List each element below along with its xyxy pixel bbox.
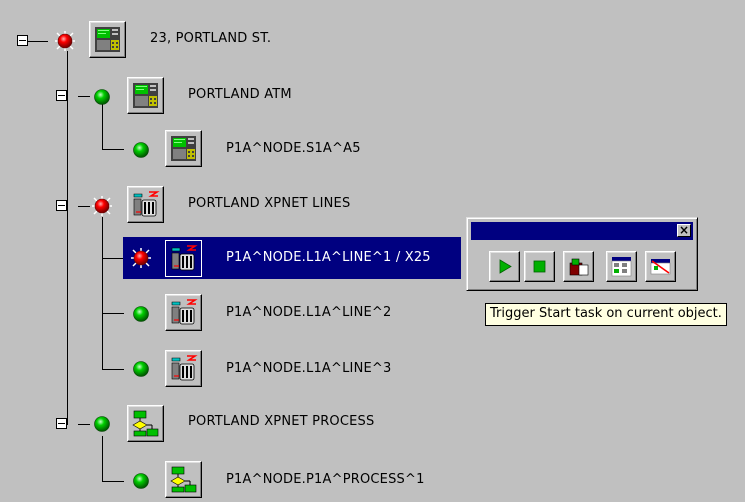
open-task-button[interactable] (563, 251, 594, 282)
alarm-status-icon (131, 248, 151, 268)
tree-connector (67, 51, 68, 425)
line-device-icon[interactable] (165, 240, 202, 277)
tree-connector (102, 104, 103, 149)
alarm-status-icon (55, 31, 75, 51)
line-device-icon[interactable] (127, 186, 164, 223)
tree-connector (102, 481, 124, 482)
tree-connector (78, 96, 90, 97)
ok-status-icon (92, 87, 112, 107)
tree-connector (102, 313, 124, 314)
tree-node-label[interactable]: PORTLAND ATM (188, 87, 292, 102)
ok-status-icon (131, 471, 151, 491)
stop-task-button[interactable] (524, 251, 555, 282)
play-icon (499, 259, 512, 274)
start-task-button[interactable] (489, 251, 520, 282)
stop-icon (533, 260, 546, 273)
tree-connector (102, 369, 124, 370)
ok-status-icon (131, 359, 151, 379)
atm-terminal-icon[interactable] (89, 21, 126, 58)
tree-node-label[interactable]: PORTLAND XPNET PROCESS (188, 414, 374, 429)
atm-terminal-icon[interactable] (165, 130, 202, 167)
process-flow-icon[interactable] (127, 405, 164, 442)
collapse-toggle[interactable] (56, 200, 67, 211)
tree-node-label[interactable]: P1A^NODE.L1A^LINE^1 / X25 (226, 250, 431, 265)
alarm-status-icon (92, 196, 112, 216)
ok-status-icon (92, 414, 112, 434)
details-icon (611, 257, 632, 277)
tree-connector (28, 41, 48, 42)
tree-connector (102, 149, 124, 150)
tree-connector (78, 206, 90, 207)
tree-node-label[interactable]: P1A^NODE.L1A^LINE^3 (226, 361, 392, 376)
close-button[interactable]: × (677, 223, 691, 237)
disable-icon (650, 259, 671, 275)
tree-connector (102, 217, 103, 369)
ok-status-icon (131, 140, 151, 160)
selected-tree-row[interactable]: P1A^NODE.L1A^LINE^1 / X25 (123, 237, 461, 279)
open-folder-icon (569, 258, 589, 276)
tree-node-label[interactable]: P1A^NODE.S1A^A5 (226, 141, 361, 156)
collapse-toggle[interactable] (17, 35, 28, 46)
tree-node-label[interactable]: P1A^NODE.P1A^PROCESS^1 (226, 472, 425, 487)
tree-node-label[interactable]: 23, PORTLAND ST. (150, 31, 271, 46)
ok-status-icon (131, 304, 151, 324)
task-toolbox[interactable]: × (466, 217, 698, 291)
tree-connector (102, 436, 103, 481)
tree-node-label[interactable]: P1A^NODE.L1A^LINE^2 (226, 305, 392, 320)
line-device-icon[interactable] (165, 350, 202, 387)
close-icon: × (678, 223, 690, 237)
process-flow-icon[interactable] (165, 461, 202, 498)
details-button[interactable] (606, 251, 637, 282)
toolbox-titlebar[interactable]: × (471, 222, 693, 240)
tree-connector (102, 258, 124, 259)
disable-button[interactable] (645, 251, 676, 282)
line-device-icon[interactable] (165, 294, 202, 331)
collapse-toggle[interactable] (56, 418, 67, 429)
tree-node-label[interactable]: PORTLAND XPNET LINES (188, 196, 350, 211)
atm-terminal-icon[interactable] (127, 77, 164, 114)
tree-connector (78, 424, 90, 425)
collapse-toggle[interactable] (56, 90, 67, 101)
tooltip: Trigger Start task on current object. (485, 303, 727, 326)
